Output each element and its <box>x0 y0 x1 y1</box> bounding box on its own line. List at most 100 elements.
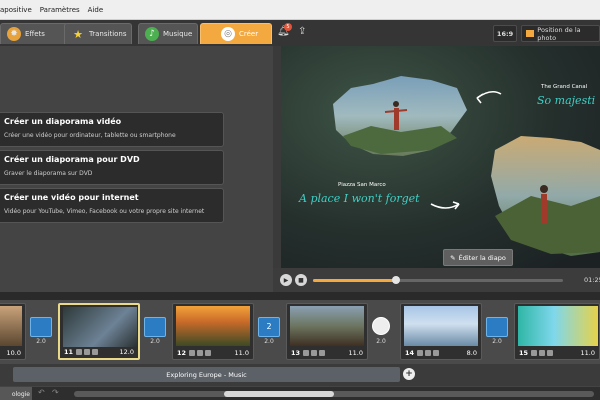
slide-thumbnail-selected[interactable]: 11 12.0 <box>58 303 140 360</box>
slide-number: 13 <box>291 349 301 357</box>
slide-number: 11 <box>64 348 74 356</box>
edit-slide-button[interactable]: ✎ Éditer la diapo <box>443 249 513 266</box>
chronology-tab[interactable]: ologie <box>0 387 32 400</box>
edit-icon[interactable] <box>531 350 537 356</box>
option-subtitle: Vidéo pour YouTube, Vimeo, Facebook ou v… <box>4 208 205 215</box>
transition-duration: 2.0 <box>150 338 160 345</box>
menu-diaporama[interactable]: apositive <box>0 6 36 14</box>
slide-duration: 11.0 <box>234 349 249 357</box>
option-subtitle: Créer une vidéo pour ordinateur, tablett… <box>4 132 176 139</box>
playback-progress[interactable] <box>313 276 563 284</box>
slide-image <box>290 306 364 346</box>
star-icon: ★ <box>73 27 83 41</box>
caption-1-small: The Grand Canal <box>541 84 588 90</box>
tab-musique-label: Musique <box>163 30 193 38</box>
palette-icon: ✸ <box>7 27 21 41</box>
slide-tools <box>76 349 98 355</box>
tab-transitions[interactable]: ★ Transitions <box>64 23 132 44</box>
play-icon: ▶ <box>283 276 289 284</box>
add-music-button[interactable]: + <box>403 368 415 380</box>
scrollbar-thumb[interactable] <box>224 391 334 397</box>
slide-thumbnail[interactable]: 14 8.0 <box>400 303 482 360</box>
menu-parametres[interactable]: Paramètres <box>36 6 84 14</box>
transition-label: 2 <box>266 322 272 331</box>
create-video-slideshow-option[interactable]: Créer un diaporama vidéo Créer une vidéo… <box>0 112 224 147</box>
transition-block[interactable] <box>372 317 390 335</box>
slide-duration: 12.0 <box>119 348 134 356</box>
notification-badge: 5 <box>284 23 292 31</box>
audio-icon[interactable] <box>92 349 98 355</box>
caption-2-small: Piazza San Marco <box>338 182 386 188</box>
music-icon: ♪ <box>145 27 159 41</box>
option-title: Créer une vidéo pour internet <box>4 193 139 202</box>
transition-block[interactable] <box>144 317 166 337</box>
edit-icon[interactable] <box>189 350 195 356</box>
create-internet-video-option[interactable]: Créer une vidéo pour internet Vidéo pour… <box>0 188 224 223</box>
transition-block[interactable] <box>30 317 52 337</box>
play-button[interactable]: ▶ <box>280 274 292 286</box>
slide-duration: 10.0 <box>6 349 21 357</box>
slide-image <box>404 306 478 346</box>
transition-block[interactable] <box>486 317 508 337</box>
transition-duration: 2.0 <box>492 338 502 345</box>
timeline-scrollbar[interactable] <box>74 391 594 397</box>
slide-thumbnail[interactable]: 13 11.0 <box>286 303 368 360</box>
photo-position-button[interactable]: Position de la photo <box>521 25 600 42</box>
tab-creer[interactable]: ◎ Créer <box>200 23 272 44</box>
slide-image <box>63 307 137 347</box>
audio-icon[interactable] <box>205 350 211 356</box>
zoom-icon[interactable] <box>197 350 203 356</box>
preview-canvas <box>281 46 600 268</box>
photo-position-label: Position de la photo <box>537 25 581 42</box>
slide-thumbnail[interactable]: 12 11.0 <box>172 303 254 360</box>
option-title: Créer un diaporama pour DVD <box>4 155 140 164</box>
zoom-icon[interactable] <box>311 350 317 356</box>
caption-2-script: A place I won't forget <box>299 192 420 205</box>
aspect-ratio-button[interactable]: 16:9 <box>493 25 517 42</box>
stop-icon: ■ <box>298 276 304 284</box>
progress-fill <box>313 279 396 282</box>
redo-icon[interactable]: ↷ <box>52 388 59 397</box>
tab-creer-label: Créer <box>239 30 259 38</box>
tab-effets[interactable]: ✸ Effets <box>0 23 68 44</box>
panel-splitter[interactable] <box>273 46 281 292</box>
create-dvd-slideshow-option[interactable]: Créer un diaporama pour DVD Graver le di… <box>0 150 224 185</box>
undo-icon[interactable]: ↶ <box>38 388 45 397</box>
menu-aide[interactable]: Aide <box>84 6 107 14</box>
slide-duration: 8.0 <box>466 349 477 357</box>
slide-image <box>176 306 250 346</box>
edit-icon[interactable] <box>303 350 309 356</box>
player-controls: ▶ ■ 01:25 <box>273 268 600 292</box>
notification-button[interactable]: 🔔︎ 5 <box>277 23 292 40</box>
caption-1-script: So majesti <box>537 94 596 107</box>
slide-thumbnail[interactable]: 15 11.0 <box>514 303 600 360</box>
stop-button[interactable]: ■ <box>295 274 307 286</box>
transition-block[interactable]: 2 <box>258 317 280 337</box>
slide-tools <box>417 350 439 356</box>
music-clip[interactable]: Exploring Europe - Music <box>13 367 400 382</box>
slide-tools <box>189 350 211 356</box>
timeline-ruler <box>0 292 600 300</box>
tab-musique[interactable]: ♪ Musique <box>138 23 198 44</box>
share-photo-button[interactable]: ⇪ <box>298 26 314 40</box>
transition-duration: 2.0 <box>376 338 386 345</box>
bottom-bar: ologie ↶ ↷ <box>0 386 600 400</box>
edit-slide-label: Éditer la diapo <box>458 253 506 262</box>
progress-knob[interactable] <box>391 276 400 284</box>
zoom-icon[interactable] <box>539 350 545 356</box>
transition-duration: 2.0 <box>36 338 46 345</box>
edit-icon[interactable] <box>76 349 82 355</box>
photo-share-icon: ⇪ <box>298 26 307 37</box>
slide-tools <box>303 350 325 356</box>
edit-icon[interactable] <box>417 350 423 356</box>
aspect-ratio-label: 16:9 <box>496 29 514 38</box>
slide-thumbnail[interactable]: 10.0 <box>0 303 26 360</box>
audio-icon[interactable] <box>319 350 325 356</box>
slide-tools <box>531 350 553 356</box>
audio-icon[interactable] <box>547 350 553 356</box>
zoom-icon[interactable] <box>425 350 431 356</box>
audio-icon[interactable] <box>433 350 439 356</box>
zoom-icon[interactable] <box>84 349 90 355</box>
tab-effets-label: Effets <box>25 30 45 38</box>
pencil-icon: ✎ <box>450 253 456 262</box>
